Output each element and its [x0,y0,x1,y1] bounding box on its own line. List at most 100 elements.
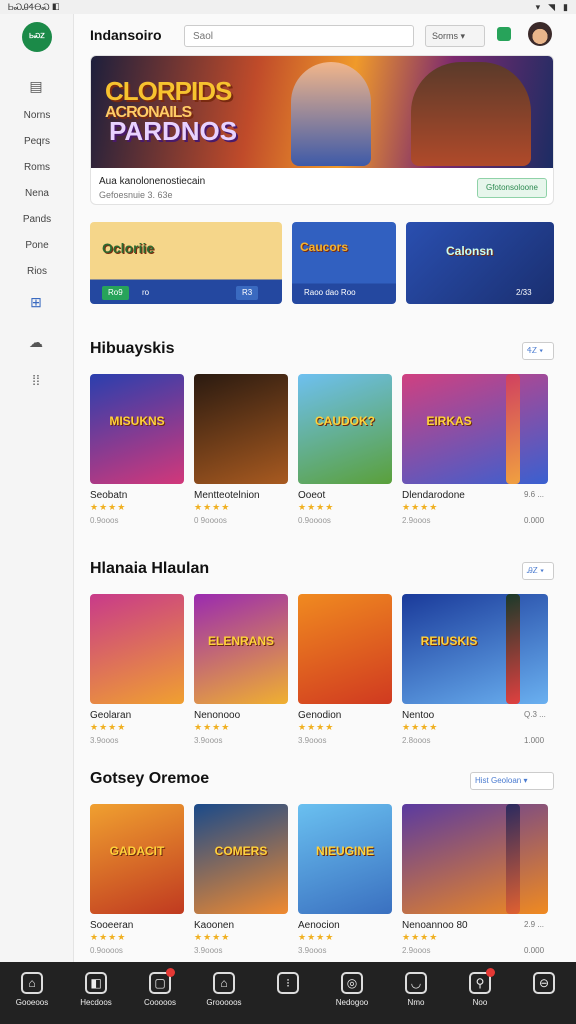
game-side-meta: 0.000 [524,946,545,955]
game-thumbnail[interactable]: CAUDOK? [298,374,392,484]
game-art-label: NIEUGINE [315,844,374,858]
nav-item-2[interactable]: ▢ Cooooos [128,962,192,1024]
game-art-label: GADACIT [109,844,165,858]
window-icon[interactable]: ▤ [25,78,47,96]
game-thumbnail[interactable] [506,374,520,484]
game-card[interactable]: Geolaran ★★★★ 3.9ooos [90,594,186,754]
game-card[interactable]: REIUSKIS Nentoo ★★★★ 2.8ooos [402,594,550,754]
game-name: Nentoo [402,710,435,721]
nav-label: Nmo [407,998,425,1007]
nav-item-8[interactable]: ⊖ [512,962,576,1024]
section-options-button[interactable]: Hist Geoloan ▾ [470,772,554,790]
game-meta: 2.9ooos [402,946,431,955]
nav-icon[interactable]: ◎ [341,972,363,994]
game-meta: 2.8ooos [402,736,431,745]
game-meta: 0.9ooos [90,516,119,525]
nav-icon[interactable]: ⌂ [21,972,43,994]
top-bar: Indansoiro Sorms ▾ [78,14,576,56]
game-card[interactable] [506,374,520,534]
game-thumbnail[interactable] [506,804,520,914]
game-thumbnail[interactable]: COMERS [194,804,288,914]
nav-icon[interactable]: ⊖ [533,972,555,994]
game-side-meta: 1.000 [524,736,545,745]
game-card[interactable]: CAUDOK? Ooeot ★★★★ 0.9oooos [298,374,394,534]
game-thumbnail[interactable] [194,374,288,484]
game-thumbnail[interactable] [298,594,392,704]
game-thumbnail[interactable]: REIUSKIS [402,594,548,704]
hero-subtitle: Aua kanolonenostiecain [99,176,206,187]
nav-item-3[interactable]: ⌂ Grooooos [192,962,256,1024]
game-art-label: REIUSKIS [420,634,478,648]
cloud-icon[interactable]: ☁ [25,334,47,352]
app-logo[interactable]: ᏏᏍᏃ [22,22,52,52]
sort-dropdown[interactable]: Sorms ▾ [425,25,485,47]
game-stars: ★★★★ [298,722,335,732]
section-title: Hibuayskis [90,340,175,357]
game-card[interactable]: GADACIT Sooeeran ★★★★ 0.9oooos [90,804,186,962]
game-card[interactable]: Genodion ★★★★ 3.9ooos [298,594,394,754]
game-meta: 0.9oooos [90,946,123,955]
game-thumbnail[interactable]: MISUKNS [90,374,184,484]
game-card[interactable]: EIRKAS Dlendarodone ★★★★ 2.9ooos [402,374,550,534]
nav-label: Gooeoos [15,998,49,1007]
game-meta: 3.9ooos [298,736,327,745]
grid-icon[interactable]: ⁞⁞ [25,372,47,390]
notification-icon[interactable] [497,27,511,41]
sidebar-item-5[interactable]: Pone [14,240,60,251]
section-title: Gotsey Oremoe [90,770,210,787]
nav-icon[interactable]: ⌂ [213,972,235,994]
sidebar-item-4[interactable]: Pands [14,214,60,225]
section-options-button[interactable]: ᎯᏃ ▾ [522,562,554,580]
game-thumbnail[interactable] [402,804,548,914]
nav-item-0[interactable]: ⌂ Gooeoos [0,962,64,1024]
sidebar-item-3[interactable]: Nena [14,188,60,199]
sidebar-item-0[interactable]: Norns [14,110,60,121]
promo-chip-4: Raoo dao Roo [304,288,356,297]
nav-icon[interactable]: ◧ [85,972,107,994]
nav-item-5[interactable]: ◎ Nedogoo [320,962,384,1024]
game-card[interactable] [506,594,520,754]
search-input[interactable] [184,25,414,47]
game-thumbnail[interactable]: NIEUGINE [298,804,392,914]
game-card[interactable]: ELENRANS Nenonooo ★★★★ 3.9ooos [194,594,290,754]
sidebar-item-2[interactable]: Roms [14,162,60,173]
sidebar-item-1[interactable]: Peqrs [14,136,60,147]
nav-item-1[interactable]: ◧ Hecdoos [64,962,128,1024]
game-thumbnail[interactable]: ELENRANS [194,594,288,704]
game-name: Aenocion [298,920,340,931]
promo-card-1[interactable]: Ocloriie Ro9 ro R3 [90,222,282,304]
game-name: Seobatn [90,490,128,501]
library-icon[interactable]: ⊞ [25,294,47,312]
nav-item-7[interactable]: ⚲ Noo [448,962,512,1024]
nav-label: Nedogoo [335,998,369,1007]
game-card[interactable]: MISUKNS Seobatn ★★★★ 0.9ooos [90,374,186,534]
game-card[interactable]: Nenoannoo 80 ★★★★ 2.9ooos [402,804,550,962]
hero-title-3: PARDNOS [109,116,238,146]
game-card[interactable]: Mentteotelnion ★★★★ 0 9oooos [194,374,290,534]
game-thumbnail[interactable] [90,594,184,704]
hero-button[interactable]: Gfotonsoloone [477,178,547,198]
avatar[interactable] [528,22,552,46]
game-card[interactable]: NIEUGINE Aenocion ★★★★ 3.9ooos [298,804,394,962]
section-options-button[interactable]: ᏎᏃ ▾ [522,342,554,360]
game-stars: ★★★★ [402,932,439,942]
nav-item-4[interactable]: ⁝ [256,962,320,1024]
status-left: ᏏᏍᎯᏎᎾᏍ ◧ [8,1,60,12]
game-thumbnail[interactable]: EIRKAS [402,374,548,484]
hero-banner[interactable]: CLORPIDS ACRONAILS PARDNOS Aua kanolonen… [90,55,554,205]
game-stars: ★★★★ [402,722,439,732]
game-thumbnail[interactable] [506,594,520,704]
game-card[interactable]: COMERS Kaoonen ★★★★ 3.9ooos [194,804,290,962]
promo-chip-2: ro [142,288,150,297]
sidebar-item-6[interactable]: Rios [14,266,60,277]
game-card[interactable] [506,804,520,962]
game-thumbnail[interactable]: GADACIT [90,804,184,914]
game-stars: ★★★★ [90,722,127,732]
game-name: Dlendarodone [402,490,465,501]
promo-card-2[interactable]: Caucors Raoo dao Roo [292,222,396,304]
promo-card-3[interactable]: Calonsn 2/33 [406,222,554,304]
nav-icon[interactable]: ⁝ [277,972,299,994]
game-side-meta: 2.9 ... [524,920,545,929]
nav-item-6[interactable]: ◡ Nmo [384,962,448,1024]
nav-icon[interactable]: ◡ [405,972,427,994]
